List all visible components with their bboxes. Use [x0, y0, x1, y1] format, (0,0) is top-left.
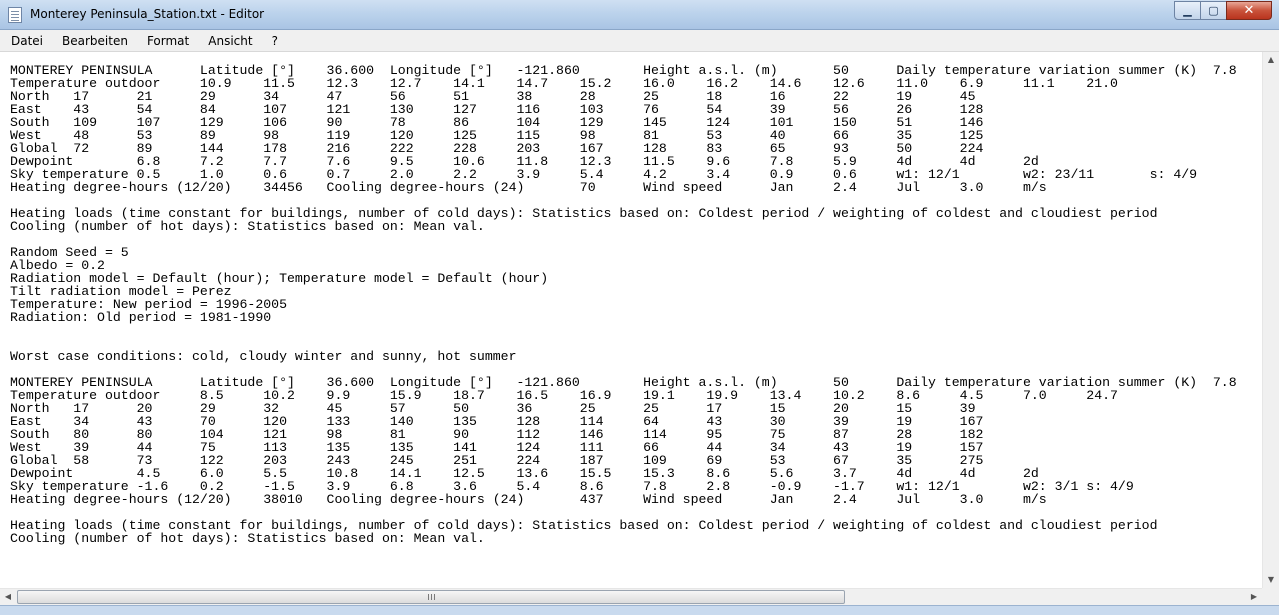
scroll-up-icon[interactable]: ▲	[1263, 52, 1279, 68]
minimize-button[interactable]: ▁	[1174, 1, 1201, 20]
window-title: Monterey Peninsula_Station.txt - Editor	[30, 7, 265, 21]
menu-format[interactable]: Format	[144, 33, 192, 49]
scroll-left-icon[interactable]: ◀	[0, 589, 16, 605]
scroll-down-icon[interactable]: ▼	[1263, 572, 1279, 588]
horizontal-scrollbar[interactable]: ◀ ▶	[0, 588, 1262, 605]
size-grip[interactable]	[1262, 588, 1279, 605]
menu-help[interactable]: ?	[269, 33, 281, 49]
close-button[interactable]: ✕	[1226, 1, 1272, 20]
menu-bar: Datei Bearbeiten Format Ansicht ?	[0, 30, 1279, 52]
menu-datei[interactable]: Datei	[8, 33, 46, 49]
grip-icon	[428, 594, 436, 600]
notepad-icon	[8, 7, 22, 23]
document-text[interactable]: MONTEREY PENINSULA Latitude [°] 36.600 L…	[2, 52, 1260, 545]
horizontal-scroll-thumb[interactable]	[17, 590, 845, 604]
menu-bearbeiten[interactable]: Bearbeiten	[59, 33, 131, 49]
vertical-scrollbar[interactable]: ▲ ▼	[1262, 52, 1279, 588]
maximize-button[interactable]: ▢	[1200, 1, 1227, 20]
text-editor-area[interactable]: MONTEREY PENINSULA Latitude [°] 36.600 L…	[2, 52, 1260, 588]
caption-buttons: ▁ ▢ ✕	[1174, 1, 1272, 20]
menu-ansicht[interactable]: Ansicht	[205, 33, 255, 49]
title-bar[interactable]: Monterey Peninsula_Station.txt - Editor …	[0, 0, 1279, 30]
window-bottom-frame	[0, 605, 1279, 615]
scroll-right-icon[interactable]: ▶	[1246, 589, 1262, 605]
